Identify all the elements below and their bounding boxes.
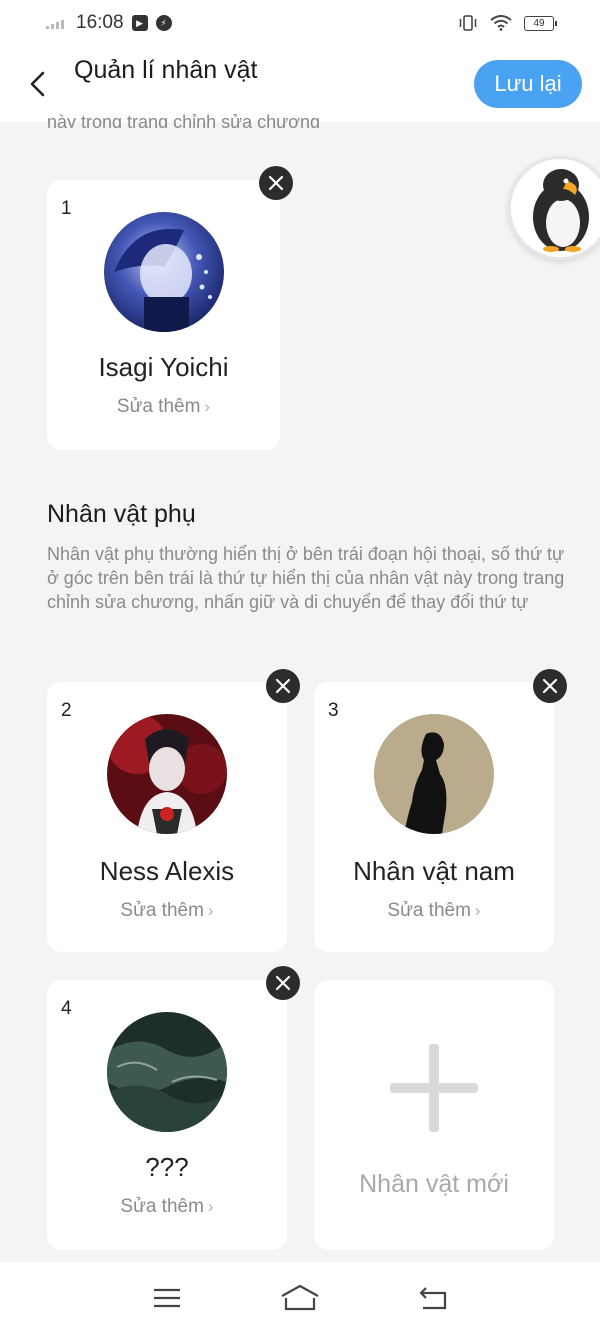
close-icon — [542, 678, 558, 694]
penguin-icon — [511, 159, 600, 257]
messenger-icon: ⚡ — [155, 15, 172, 31]
close-icon — [275, 678, 291, 694]
system-nav-bar — [0, 1262, 600, 1333]
card-number: 1 — [61, 198, 72, 219]
status-time: 16:08 — [76, 12, 124, 33]
status-bar: 16:08 ▶ ⚡ 49 — [0, 0, 600, 46]
card-number: 3 — [328, 700, 339, 721]
card-number: 4 — [61, 998, 72, 1019]
main-character-card[interactable]: 1 Isagi Yoichi Sửa thêm › — [47, 180, 280, 450]
menu-icon — [153, 1288, 180, 1307]
character-name: ??? — [145, 1152, 189, 1182]
edit-more-label: Sửa thêm — [120, 900, 204, 921]
new-character-label: Nhân vật mới — [359, 1170, 509, 1198]
battery-level: 49 — [533, 17, 545, 29]
status-left: 16:08 ▶ ⚡ — [46, 12, 172, 34]
delete-character-button[interactable] — [266, 669, 300, 703]
nav-menu-button[interactable] — [147, 1278, 187, 1318]
supporting-character-card[interactable]: 2 Ness Alexis Sửa thêm › — [47, 682, 287, 952]
signal-icon — [46, 17, 64, 29]
delete-character-button[interactable] — [533, 669, 567, 703]
battery-icon: 49 — [524, 15, 557, 31]
section-description: Nhân vật phụ thường hiển thị ở bên trái … — [47, 544, 565, 612]
edit-more-link[interactable]: Sửa thêm › — [47, 1196, 287, 1218]
save-button[interactable]: Lưu lại — [474, 60, 582, 108]
plus-icon — [390, 1044, 478, 1132]
edit-more-link[interactable]: Sửa thêm › — [47, 900, 287, 922]
delete-character-button[interactable] — [266, 966, 300, 1000]
supporting-character-card[interactable]: 3 Nhân vật nam Sửa thêm › — [314, 682, 554, 952]
vibrate-icon — [459, 15, 477, 31]
avatar — [104, 212, 224, 332]
status-right: 49 — [458, 15, 557, 31]
edit-more-label: Sửa thêm — [120, 1196, 204, 1217]
back-icon — [420, 1286, 447, 1309]
edit-more-label: Sửa thêm — [387, 900, 471, 921]
chevron-right-icon: › — [474, 901, 481, 920]
chevron-left-icon — [30, 71, 45, 97]
close-icon — [275, 975, 291, 991]
youtube-icon: ▶ — [131, 15, 148, 31]
edit-more-label: Sửa thêm — [116, 396, 201, 417]
chevron-right-icon: › — [204, 397, 211, 416]
avatar — [107, 1012, 227, 1132]
clipped-description: này trong trang chỉnh sửa chương — [47, 112, 321, 128]
card-number: 2 — [61, 700, 72, 721]
close-icon — [268, 175, 284, 191]
nav-back-button[interactable] — [413, 1278, 453, 1318]
character-name: Isagi Yoichi — [98, 352, 229, 382]
floating-assistant-button[interactable] — [508, 156, 600, 260]
character-name: Nhân vật nam — [353, 856, 515, 886]
home-icon — [281, 1284, 319, 1310]
edit-more-link[interactable]: Sửa thêm › — [47, 396, 280, 418]
delete-character-button[interactable] — [259, 166, 293, 200]
new-character-button[interactable]: Nhân vật mới — [314, 980, 554, 1250]
edit-more-link[interactable]: Sửa thêm › — [314, 900, 554, 922]
section-title: Nhân vật phụ — [47, 500, 196, 528]
supporting-character-card[interactable]: 4 ??? Sửa thêm › — [47, 980, 287, 1250]
back-button[interactable] — [22, 68, 54, 100]
wifi-icon — [490, 15, 512, 31]
chevron-right-icon: › — [207, 901, 214, 920]
nav-home-button[interactable] — [280, 1278, 320, 1318]
avatar — [107, 714, 227, 834]
avatar — [374, 714, 494, 834]
character-name: Ness Alexis — [99, 856, 235, 886]
chevron-right-icon: › — [207, 1197, 214, 1216]
page-title: Quản lí nhân vật — [74, 56, 258, 84]
